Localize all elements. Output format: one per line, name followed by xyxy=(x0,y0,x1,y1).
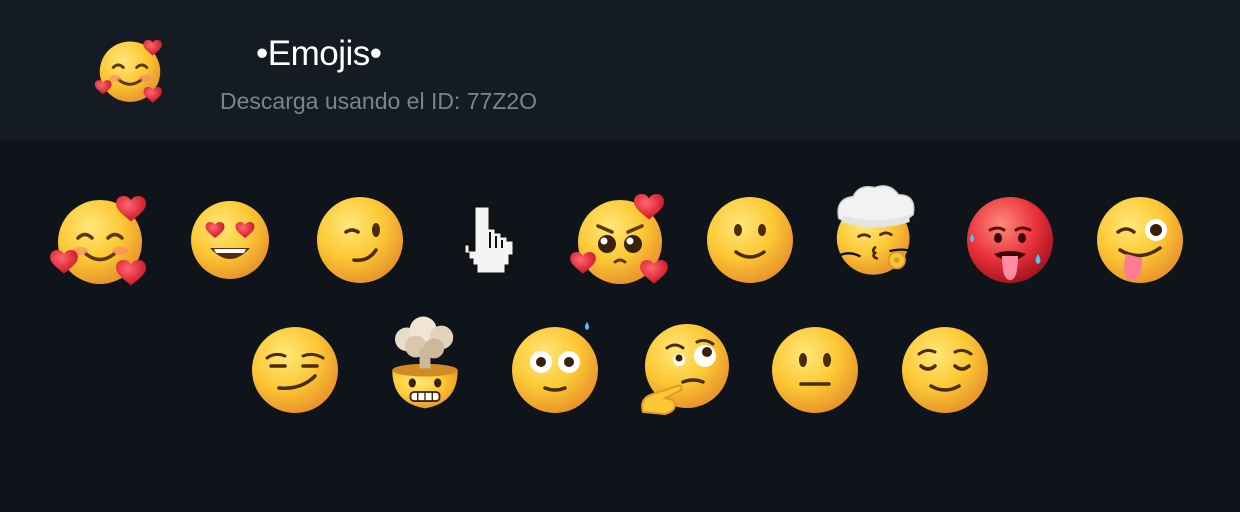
sticker-winking-face[interactable] xyxy=(310,190,410,290)
sticker-flushed-face[interactable] xyxy=(505,320,605,420)
sticker-smiling-face-with-hearts[interactable] xyxy=(50,190,150,290)
sticker-grid xyxy=(0,140,1240,512)
pack-header: •Emojis• Descarga usando el ID: 77Z2O xyxy=(0,0,1240,140)
sticker-neutral-face[interactable] xyxy=(765,320,865,420)
sticker-pointing-hand-cursor[interactable] xyxy=(440,190,540,290)
sticker-smirking-face[interactable] xyxy=(245,320,345,420)
smiling-face-with-hearts-icon xyxy=(84,28,176,112)
sticker-chef-kissing-face[interactable] xyxy=(825,182,925,282)
pack-title: •Emojis• xyxy=(256,34,382,73)
sticker-pleading-face-with-hearts[interactable] xyxy=(570,190,670,290)
sticker-relieved-face[interactable] xyxy=(895,320,995,420)
sticker-winking-face-with-tongue[interactable] xyxy=(1090,190,1190,290)
sticker-exploding-head[interactable] xyxy=(375,312,475,412)
sticker-slightly-smiling-face[interactable] xyxy=(700,190,800,290)
sticker-hot-face[interactable] xyxy=(960,190,1060,290)
pack-download-id: Descarga usando el ID: 77Z2O xyxy=(220,88,538,114)
sticker-thinking-face[interactable] xyxy=(635,320,735,420)
sticker-heart-eyes[interactable] xyxy=(180,190,280,290)
